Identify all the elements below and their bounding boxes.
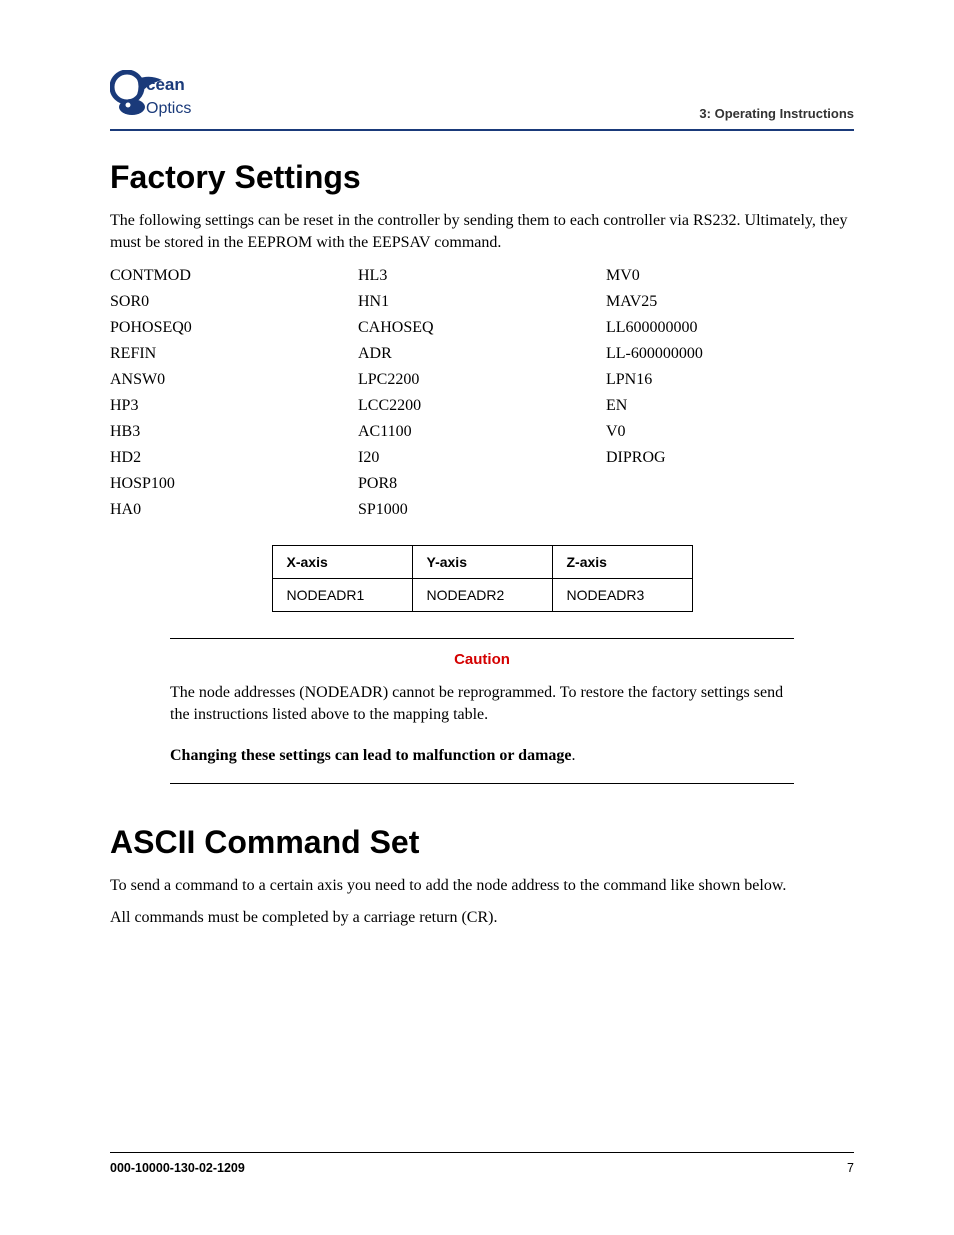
setting-item: I20 (358, 449, 606, 467)
axis-header: Z-axis (552, 545, 692, 578)
setting-item: CAHOSEQ (358, 319, 606, 337)
intro-paragraph: The following settings can be reset in t… (110, 210, 854, 255)
heading-ascii-command-set: ASCII Command Set (110, 824, 854, 861)
axis-cell: NODEADR1 (272, 578, 412, 611)
setting-item: HL3 (358, 267, 606, 285)
setting-item: MV0 (606, 267, 854, 285)
settings-col-2: HL3 HN1 CAHOSEQ ADR LPC2200 LCC2200 AC11… (358, 267, 606, 519)
settings-columns: CONTMOD SOR0 POHOSEQ0 REFIN ANSW0 HP3 HB… (110, 267, 854, 519)
setting-item: LPN16 (606, 371, 854, 389)
setting-item: SP1000 (358, 501, 606, 519)
page-header: cean Optics 3: Operating Instructions (110, 70, 854, 131)
settings-col-3: MV0 MAV25 LL600000000 LL-600000000 LPN16… (606, 267, 854, 519)
setting-item: POR8 (358, 475, 606, 493)
settings-col-1: CONTMOD SOR0 POHOSEQ0 REFIN ANSW0 HP3 HB… (110, 267, 358, 519)
svg-text:cean: cean (146, 75, 185, 94)
caution-box: Caution The node addresses (NODEADR) can… (170, 638, 794, 784)
svg-text:Optics: Optics (146, 100, 191, 117)
section-label: 3: Operating Instructions (699, 106, 854, 123)
setting-item: EN (606, 397, 854, 415)
axis-header: X-axis (272, 545, 412, 578)
setting-item: V0 (606, 423, 854, 441)
setting-item: ADR (358, 345, 606, 363)
setting-item: HD2 (110, 449, 358, 467)
setting-item: HA0 (110, 501, 358, 519)
setting-item: SOR0 (110, 293, 358, 311)
setting-item: LPC2200 (358, 371, 606, 389)
heading-factory-settings: Factory Settings (110, 159, 854, 196)
setting-item: HOSP100 (110, 475, 358, 493)
caution-warning: Changing these settings can lead to malf… (170, 747, 794, 765)
setting-item: HN1 (358, 293, 606, 311)
axis-cell: NODEADR3 (552, 578, 692, 611)
axis-table: X-axis Y-axis Z-axis NODEADR1 NODEADR2 N… (272, 545, 693, 612)
setting-item: CONTMOD (110, 267, 358, 285)
ascii-paragraph-2: All commands must be completed by a carr… (110, 907, 854, 929)
setting-item: LL-600000000 (606, 345, 854, 363)
setting-item: HP3 (110, 397, 358, 415)
setting-item: MAV25 (606, 293, 854, 311)
caution-title: Caution (170, 651, 794, 668)
caution-text: The node addresses (NODEADR) cannot be r… (170, 682, 794, 727)
page-footer: 000-10000-130-02-1209 7 (110, 1152, 854, 1175)
setting-item: LL600000000 (606, 319, 854, 337)
setting-item: AC1100 (358, 423, 606, 441)
axis-header: Y-axis (412, 545, 552, 578)
setting-item: POHOSEQ0 (110, 319, 358, 337)
setting-item: HB3 (110, 423, 358, 441)
doc-number: 000-10000-130-02-1209 (110, 1161, 245, 1175)
axis-cell: NODEADR2 (412, 578, 552, 611)
setting-item: LCC2200 (358, 397, 606, 415)
ocean-optics-logo: cean Optics (110, 70, 220, 123)
page-number: 7 (847, 1161, 854, 1175)
setting-item: REFIN (110, 345, 358, 363)
setting-item: DIPROG (606, 449, 854, 467)
setting-item: ANSW0 (110, 371, 358, 389)
ascii-paragraph-1: To send a command to a certain axis you … (110, 875, 854, 897)
